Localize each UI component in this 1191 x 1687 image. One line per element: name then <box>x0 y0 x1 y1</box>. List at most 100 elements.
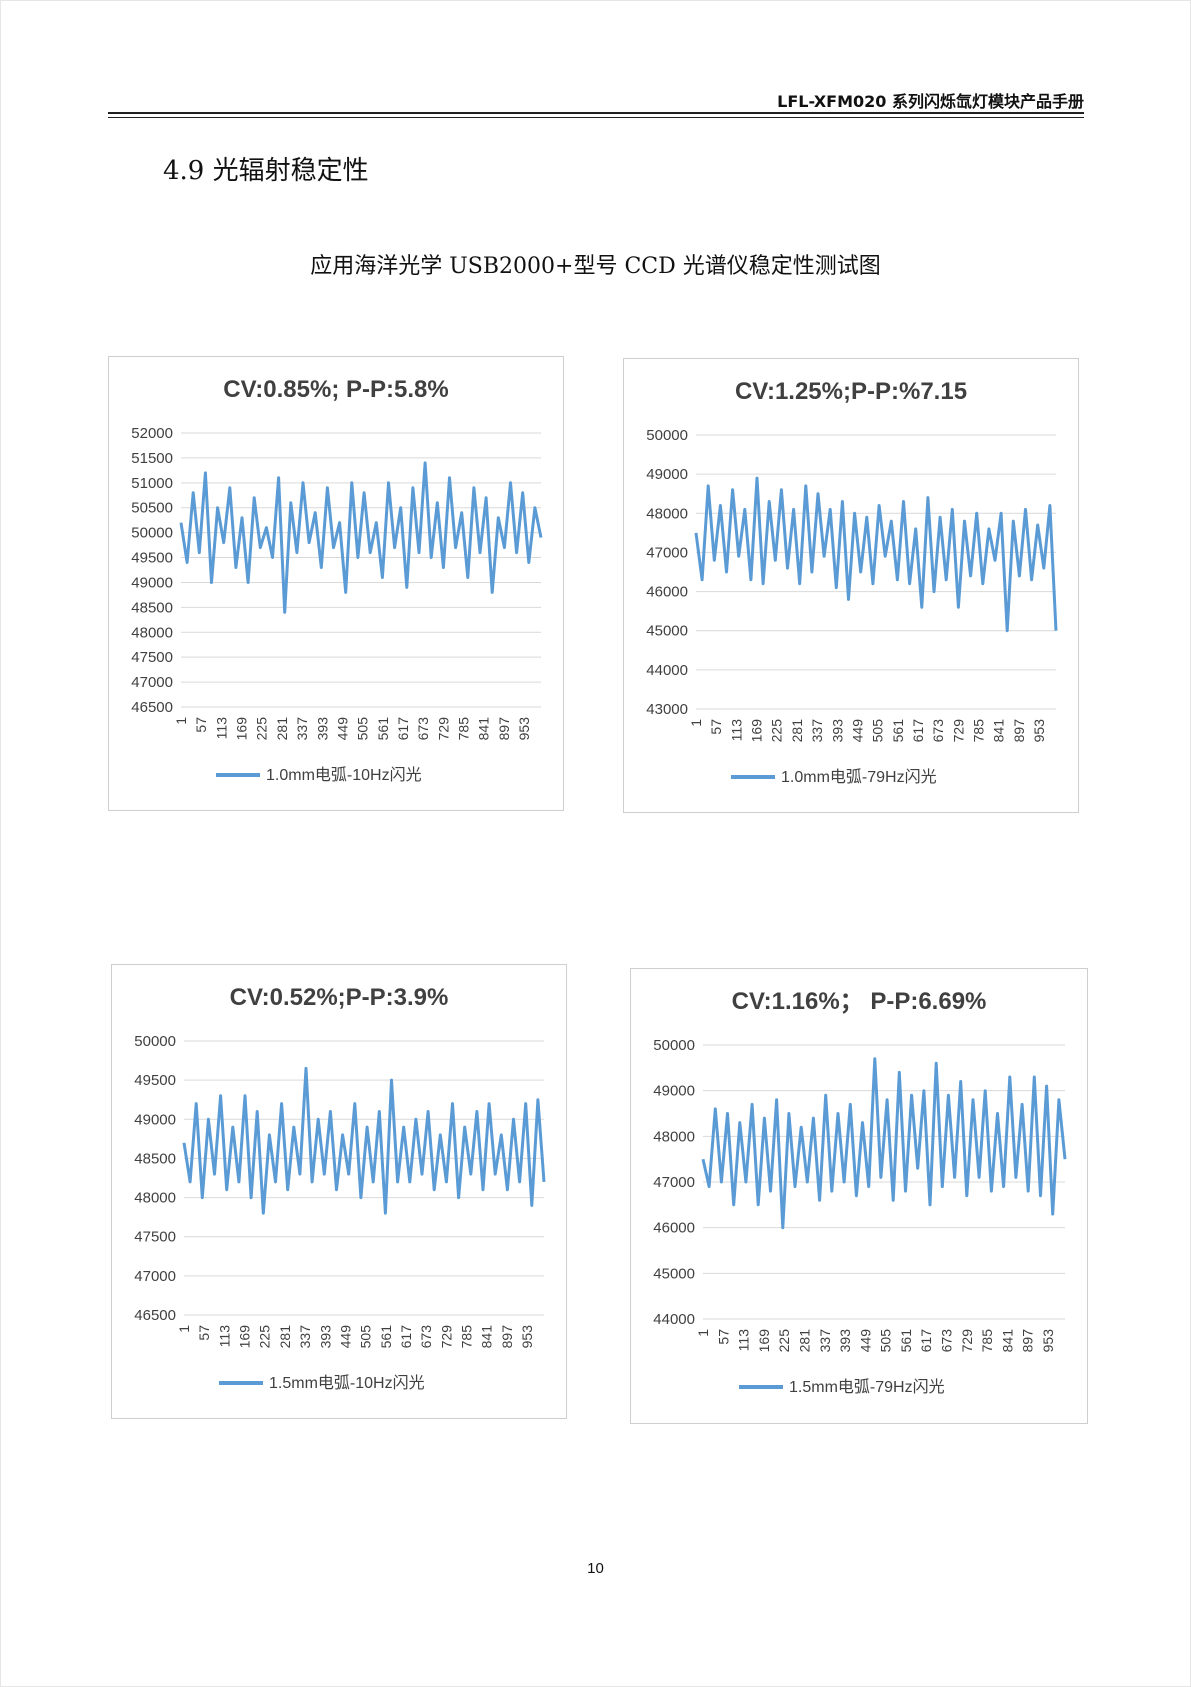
x-tick-label: 281 <box>277 1325 293 1349</box>
y-tick-label: 48000 <box>646 505 688 522</box>
x-tick-label: 617 <box>910 719 926 743</box>
y-tick-label: 43000 <box>646 701 688 718</box>
x-tick-label: 841 <box>476 717 492 741</box>
x-tick-label: 113 <box>216 1325 232 1348</box>
x-tick-label: 337 <box>297 1325 313 1349</box>
x-tick-label: 169 <box>749 719 765 743</box>
x-tick-label: 225 <box>769 719 785 743</box>
x-tick-label: 785 <box>459 1325 475 1349</box>
x-tick-label: 953 <box>516 717 532 741</box>
x-tick-label: 505 <box>870 719 886 743</box>
header-rule-thick <box>108 112 1084 114</box>
x-tick-label: 169 <box>237 1325 253 1349</box>
x-tick-label: 897 <box>1020 1329 1036 1353</box>
x-tick-label: 897 <box>1011 719 1027 743</box>
y-tick-label: 46000 <box>653 1220 695 1237</box>
y-tick-label: 48000 <box>131 624 173 641</box>
chart-panel-4: CV:1.16%； P-P:6.69% 44000 45000 46000 47000 4… <box>630 968 1088 1424</box>
x-tick-label: 113 <box>736 1329 752 1352</box>
x-tick-label: 449 <box>334 717 350 741</box>
legend-label: 1.5mm电弧-79Hz闪光 <box>789 1378 945 1396</box>
page-number: 10 <box>587 1560 604 1577</box>
document-header-title: LFL-XFM020 系列闪烁氙灯模块产品手册 <box>777 92 1084 111</box>
x-tick-label: 225 <box>776 1329 792 1353</box>
y-tick-label: 47000 <box>134 1268 176 1285</box>
y-tick-label: 49000 <box>646 466 688 483</box>
x-tick-label: 1 <box>173 717 189 725</box>
chart-title: CV:1.16%； P-P:6.69% <box>732 988 987 1015</box>
y-tick-label: 46500 <box>134 1307 176 1324</box>
x-tick-label: 449 <box>849 719 865 743</box>
x-tick-label: 113 <box>213 717 229 740</box>
chart-svg: CV:1.25%;P-P:%7.15 43000 44000 45000 46000 47… <box>646 378 1058 786</box>
series-line <box>179 461 543 614</box>
x-tick-label: 57 <box>196 1325 212 1341</box>
series-line <box>701 1057 1067 1230</box>
x-tick-label: 561 <box>898 1329 914 1353</box>
y-tick-label: 50000 <box>131 525 173 542</box>
x-tick-label: 281 <box>789 719 805 743</box>
y-tick-label: 50000 <box>646 427 688 444</box>
x-tick-label: 841 <box>999 1329 1015 1353</box>
x-tick-label: 953 <box>1031 719 1047 743</box>
x-tick-label: 225 <box>257 1325 273 1349</box>
x-tick-label: 729 <box>950 719 966 743</box>
x-tick-label: 617 <box>918 1329 934 1353</box>
x-tick-label: 57 <box>715 1329 731 1345</box>
y-tick-label: 50500 <box>131 500 173 517</box>
y-tick-label: 50000 <box>134 1033 176 1050</box>
x-tick-label: 785 <box>971 719 987 743</box>
x-tick-label: 673 <box>415 717 431 741</box>
x-tick-label: 953 <box>519 1325 535 1349</box>
y-tick-label: 45000 <box>646 623 688 640</box>
x-tick-label: 673 <box>930 719 946 743</box>
x-tick-label: 953 <box>1040 1329 1056 1353</box>
x-tick-label: 841 <box>479 1325 495 1349</box>
y-tick-label: 52000 <box>131 425 173 442</box>
x-tick-label: 505 <box>355 717 371 741</box>
y-tick-label: 51500 <box>131 450 173 467</box>
chart-panel-1: CV:0.85%; P-P:5.8% 46500 47000 47500 48000 48… <box>108 356 564 811</box>
x-tick-label: 225 <box>254 717 270 741</box>
x-tick-label: 449 <box>337 1325 353 1349</box>
x-tick-label: 169 <box>756 1329 772 1353</box>
figure-title: 应用海洋光学 USB2000+型号 CCD 光谱仪稳定性测试图 <box>310 254 881 279</box>
y-tick-label: 47000 <box>653 1174 695 1191</box>
y-tick-label: 47000 <box>646 544 688 561</box>
series-line <box>182 1066 546 1215</box>
x-tick-label: 505 <box>358 1325 374 1349</box>
section-heading: 4.9 光辐射稳定性 <box>163 156 369 186</box>
y-tick-label: 47000 <box>131 674 173 691</box>
chart-panel-3: CV:0.52%;P-P:3.9% 46500 47000 47500 48000 485… <box>111 964 567 1419</box>
x-tick-label: 281 <box>796 1329 812 1353</box>
y-tick-label: 47500 <box>134 1229 176 1246</box>
x-tick-label: 337 <box>817 1329 833 1353</box>
x-tick-label: 673 <box>939 1329 955 1353</box>
y-tick-label: 48000 <box>134 1190 176 1207</box>
x-tick-label: 729 <box>435 717 451 741</box>
x-tick-label: 393 <box>317 1325 333 1349</box>
legend-label: 1.5mm电弧-10Hz闪光 <box>269 1374 425 1392</box>
x-tick-label: 393 <box>837 1329 853 1353</box>
series-line <box>694 476 1058 633</box>
chart-svg: CV:1.16%； P-P:6.69% 44000 45000 46000 47000 4… <box>653 988 1067 1396</box>
y-tick-label: 51000 <box>131 475 173 492</box>
header-rule-thin <box>108 117 1084 118</box>
legend-label: 1.0mm电弧-10Hz闪光 <box>266 766 422 784</box>
x-tick-label: 1 <box>688 719 704 727</box>
chart-svg: CV:0.52%;P-P:3.9% 46500 47000 47500 48000 485… <box>134 984 546 1392</box>
y-tick-label: 48500 <box>131 599 173 616</box>
x-tick-label: 393 <box>314 717 330 741</box>
x-tick-label: 673 <box>418 1325 434 1349</box>
chart-svg: CV:0.85%; P-P:5.8% 46500 47000 47500 48000 48… <box>131 376 543 784</box>
x-tick-label: 281 <box>274 717 290 741</box>
x-tick-label: 505 <box>878 1329 894 1353</box>
x-tick-label: 785 <box>979 1329 995 1353</box>
x-tick-label: 113 <box>728 719 744 742</box>
y-tick-label: 49000 <box>653 1083 695 1100</box>
x-tick-label: 449 <box>857 1329 873 1353</box>
y-tick-label: 49500 <box>131 550 173 567</box>
x-tick-label: 897 <box>496 717 512 741</box>
chart-title: CV:0.85%; P-P:5.8% <box>223 376 448 403</box>
x-tick-label: 841 <box>991 719 1007 743</box>
